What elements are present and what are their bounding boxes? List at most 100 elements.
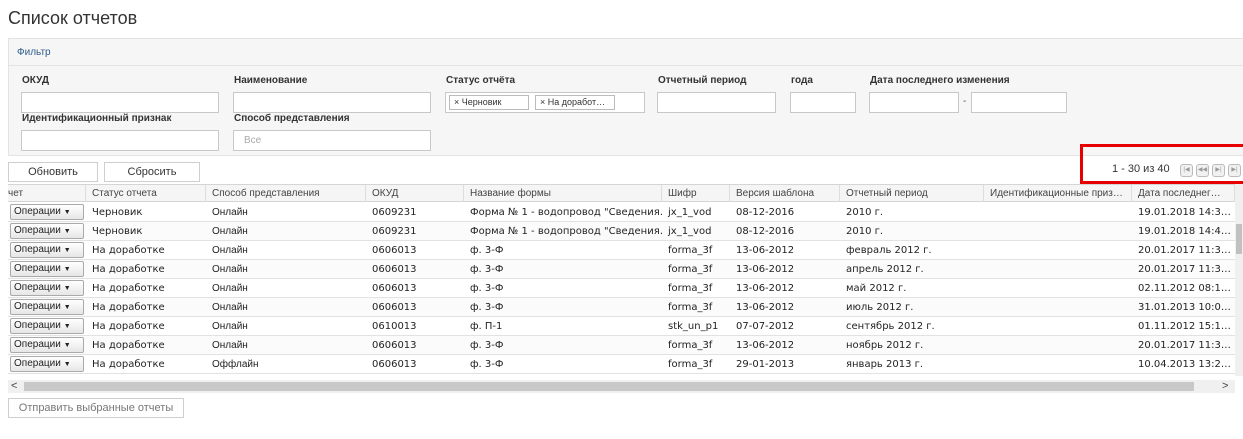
period-label: Отчетный период bbox=[658, 75, 747, 86]
send-selected-button[interactable]: Отправить выбранные отчеты bbox=[8, 398, 184, 418]
table-row[interactable]: Операции ▼ На доработке Онлайн 0606013 ф. 3-Ф… bbox=[8, 260, 1235, 279]
period-cell: апрель 2012 г. bbox=[846, 264, 924, 275]
form-name-cell: ф. 3-Ф bbox=[470, 264, 504, 275]
period-cell: ноябрь 2012 г. bbox=[846, 340, 924, 351]
table-row[interactable]: Операции ▼ На доработке Оффлайн 0606013 ф. 3-… bbox=[8, 355, 1235, 374]
year-label: года bbox=[791, 75, 813, 86]
year-input[interactable] bbox=[790, 92, 856, 113]
ident-label: Идентификационный признак bbox=[22, 113, 172, 124]
vertical-scroll-thumb[interactable] bbox=[1236, 224, 1242, 254]
table-row[interactable]: Операции ▼ На доработке Онлайн 0606013 ф. 3-Ф… bbox=[8, 336, 1235, 355]
page-title: Список отчетов bbox=[8, 8, 138, 28]
changed-date-cell: 20.01.2017 11:3… bbox=[1138, 340, 1231, 351]
period-cell: июль 2012 г. bbox=[846, 302, 914, 313]
table-row[interactable]: Операции ▼ На доработке Онлайн 0610013 ф. П-1… bbox=[8, 317, 1235, 336]
method-label: Способ представления bbox=[234, 113, 350, 124]
reset-button[interactable]: Сбросить bbox=[104, 162, 200, 182]
col-header-code[interactable]: Шифр bbox=[662, 185, 730, 202]
name-label: Наименование bbox=[234, 75, 308, 86]
method-cell: Онлайн bbox=[212, 226, 248, 237]
okud-cell: 0609231 bbox=[372, 207, 417, 218]
operations-dropdown-button[interactable]: Операции ▼ bbox=[10, 318, 84, 334]
col-header-ops[interactable]: чет bbox=[8, 185, 86, 202]
ident-input[interactable] bbox=[21, 130, 219, 151]
period-cell: январь 2013 г. bbox=[846, 359, 924, 370]
form-name-cell: ф. 3-Ф bbox=[470, 302, 504, 313]
col-header-status[interactable]: Статус отчета bbox=[86, 185, 206, 202]
col-header-period[interactable]: Отчетный период bbox=[840, 185, 984, 202]
caret-down-icon: ▼ bbox=[63, 361, 71, 368]
changed-date-cell: 02.11.2012 08:1… bbox=[1138, 283, 1231, 294]
version-cell: 13-06-2012 bbox=[736, 283, 795, 294]
version-cell: 13-06-2012 bbox=[736, 245, 795, 256]
version-cell: 13-06-2012 bbox=[736, 340, 795, 351]
table-row[interactable]: Операции ▼ На доработке Онлайн 0606013 ф. 3-Ф… bbox=[8, 298, 1235, 317]
operations-dropdown-button[interactable]: Операции ▼ bbox=[10, 242, 84, 258]
method-cell: Онлайн bbox=[212, 302, 248, 313]
col-header-method[interactable]: Способ представления bbox=[206, 185, 366, 202]
status-cell: На доработке bbox=[92, 359, 165, 370]
operations-dropdown-button[interactable]: Операции ▼ bbox=[10, 337, 84, 353]
table-row[interactable]: Операции ▼ Черновик Онлайн 0609231 Форма № 1 … bbox=[8, 222, 1235, 241]
status-tag-rework[interactable]: × На доработ… bbox=[535, 95, 615, 110]
col-header-ident[interactable]: Идентификационные приз… bbox=[984, 185, 1132, 202]
operations-dropdown-button[interactable]: Операции ▼ bbox=[10, 280, 84, 296]
ident-cell bbox=[984, 355, 1132, 374]
period-cell: 2010 г. bbox=[846, 207, 884, 218]
form-name-cell: ф. 3-Ф bbox=[470, 340, 504, 351]
period-input[interactable] bbox=[657, 92, 776, 113]
ident-cell bbox=[984, 336, 1132, 355]
name-input[interactable] bbox=[233, 92, 431, 113]
method-select[interactable]: Все bbox=[233, 130, 431, 151]
caret-down-icon: ▼ bbox=[63, 285, 71, 292]
code-cell: forma_3f bbox=[668, 359, 713, 370]
ident-cell bbox=[984, 203, 1132, 222]
operations-dropdown-button[interactable]: Операции ▼ bbox=[10, 223, 84, 239]
status-cell: На доработке bbox=[92, 283, 165, 294]
okud-cell: 0609231 bbox=[372, 226, 417, 237]
table-row[interactable]: Операции ▼ На доработке Онлайн 0606013 ф. 3-Ф… bbox=[8, 279, 1235, 298]
version-cell: 13-06-2012 bbox=[736, 264, 795, 275]
col-header-okud[interactable]: ОКУД bbox=[366, 185, 464, 202]
status-cell: На доработке bbox=[92, 321, 165, 332]
version-cell: 08-12-2016 bbox=[736, 226, 795, 237]
operations-dropdown-button[interactable]: Операции ▼ bbox=[10, 299, 84, 315]
code-cell: jx_1_vod bbox=[668, 207, 712, 218]
ident-cell bbox=[984, 279, 1132, 298]
horizontal-scrollbar[interactable]: < > bbox=[8, 380, 1235, 393]
refresh-button[interactable]: Обновить bbox=[8, 162, 98, 182]
grid-header: чет Статус отчета Способ представления О… bbox=[8, 184, 1235, 202]
date-from-input[interactable] bbox=[869, 92, 959, 113]
okud-cell: 0606013 bbox=[372, 359, 417, 370]
vertical-scrollbar[interactable] bbox=[1235, 184, 1243, 376]
code-cell: forma_3f bbox=[668, 283, 713, 294]
caret-down-icon: ▼ bbox=[63, 247, 71, 254]
filter-toggle-link[interactable]: Фильтр bbox=[9, 39, 1243, 66]
changed-date-cell: 01.11.2012 15:1… bbox=[1138, 321, 1231, 332]
date-to-input[interactable] bbox=[971, 92, 1067, 113]
status-multiselect[interactable]: × Черновик × На доработ… bbox=[445, 92, 645, 113]
okud-cell: 0606013 bbox=[372, 283, 417, 294]
col-header-changed[interactable]: Дата последнег… bbox=[1132, 185, 1235, 202]
form-name-cell: ф. П-1 bbox=[470, 321, 503, 332]
operations-label: Операции bbox=[14, 339, 61, 350]
caret-down-icon: ▼ bbox=[63, 266, 71, 273]
form-name-cell: Форма № 1 - водопровод "Сведения… bbox=[470, 226, 662, 237]
table-row[interactable]: Операции ▼ На доработке Онлайн 0606013 ф. 3-Ф… bbox=[8, 241, 1235, 260]
operations-dropdown-button[interactable]: Операции ▼ bbox=[10, 204, 84, 220]
col-header-form[interactable]: Название формы bbox=[464, 185, 662, 202]
code-cell: forma_3f bbox=[668, 340, 713, 351]
operations-dropdown-button[interactable]: Операции ▼ bbox=[10, 356, 84, 372]
status-cell: Черновик bbox=[92, 226, 143, 237]
horizontal-scroll-thumb[interactable] bbox=[24, 382, 1194, 391]
table-row[interactable]: Операции ▼ Черновик Онлайн 0609231 Форма № 1 … bbox=[8, 203, 1235, 222]
okud-cell: 0610013 bbox=[372, 321, 417, 332]
scroll-right-icon[interactable]: > bbox=[1222, 380, 1228, 393]
scroll-left-icon[interactable]: < bbox=[11, 380, 17, 393]
status-tag-draft[interactable]: × Черновик bbox=[449, 95, 529, 110]
operations-dropdown-button[interactable]: Операции ▼ bbox=[10, 261, 84, 277]
ident-cell bbox=[984, 222, 1132, 241]
col-header-version[interactable]: Версия шаблона bbox=[730, 185, 840, 202]
method-cell: Онлайн bbox=[212, 264, 248, 275]
okud-input[interactable] bbox=[21, 92, 219, 113]
